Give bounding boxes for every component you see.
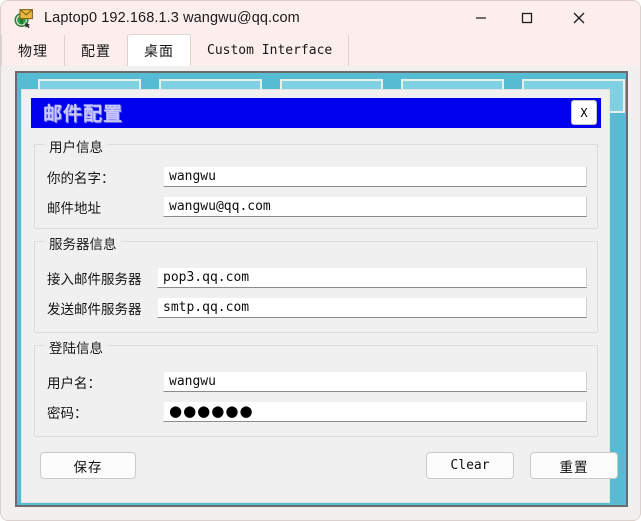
window-maximize-button[interactable] [504,1,550,34]
input-password[interactable]: ●●●●●● [163,401,587,422]
label-username: 用户名： [47,375,101,392]
window-title-bar: Laptop0 192.168.1.3 wangwu@qq.com [1,1,640,34]
dialog-header-bar: 邮件配置 X [31,98,601,128]
application-window: Laptop0 192.168.1.3 wangwu@qq.com 物理 配置 … [0,0,641,521]
group-title-server-info: 服务器信息 [45,233,121,253]
tab-config[interactable]: 配置 [65,35,128,66]
field-row-password: 密码： ●●●●●● [47,401,587,422]
dialog-title: 邮件配置 [43,103,124,125]
input-incoming-mail-server[interactable]: pop3.qq.com [157,267,587,288]
group-server-info: 服务器信息 接入邮件服务器 pop3.qq.com 发送邮件服务器 smtp.q… [34,233,598,333]
window-body: 邮件配置 X 用户信息 你的名字： wangwu 邮件地址 wangwu@qq.… [1,66,640,520]
group-user-info: 用户信息 你的名字： wangwu 邮件地址 wangwu@qq.com [34,136,598,229]
label-outgoing-mail-server: 发送邮件服务器 [47,301,142,318]
label-your-name: 你的名字： [47,170,115,187]
input-email-address[interactable]: wangwu@qq.com [163,196,587,217]
label-email-address: 邮件地址 [47,200,101,217]
desktop-canvas: 邮件配置 X 用户信息 你的名字： wangwu 邮件地址 wangwu@qq.… [15,71,628,507]
group-login-info: 登陆信息 用户名： wangwu 密码： ●●●●●● [34,337,598,437]
window-title: Laptop0 192.168.1.3 wangwu@qq.com [44,9,300,26]
label-incoming-mail-server: 接入邮件服务器 [47,271,142,288]
label-password: 密码： [47,405,88,422]
field-row-username: 用户名： wangwu [47,371,587,392]
tab-desktop[interactable]: 桌面 [128,34,191,66]
reset-button[interactable]: 重置 [530,452,618,479]
input-your-name[interactable]: wangwu [163,166,587,187]
tab-bar-filler [349,35,640,66]
field-row-your-name: 你的名字： wangwu [47,166,587,187]
mail-configuration-dialog: 邮件配置 X 用户信息 你的名字： wangwu 邮件地址 wangwu@qq.… [21,89,618,503]
clear-button[interactable]: Clear [426,452,514,479]
group-title-login-info: 登陆信息 [45,337,107,357]
window-close-button[interactable] [556,1,602,34]
tab-bar: 物理 配置 桌面 Custom Interface [1,34,640,66]
group-title-user-info: 用户信息 [45,136,107,156]
dialog-close-button[interactable]: X [571,100,597,125]
input-outgoing-mail-server[interactable]: smtp.qq.com [157,297,587,318]
save-button[interactable]: 保存 [40,452,136,479]
minimize-icon [476,16,486,19]
maximize-icon [521,12,533,23]
field-row-incoming-server: 接入邮件服务器 pop3.qq.com [47,267,587,288]
tab-physical[interactable]: 物理 [1,35,65,66]
tab-custom-interface[interactable]: Custom Interface [191,35,350,66]
input-username[interactable]: wangwu [163,371,587,392]
field-row-outgoing-server: 发送邮件服务器 smtp.qq.com [47,297,587,318]
window-minimize-button[interactable] [458,1,504,34]
close-icon [573,12,585,23]
field-row-email-address: 邮件地址 wangwu@qq.com [47,196,587,217]
mail-envelope-icon [13,7,35,29]
